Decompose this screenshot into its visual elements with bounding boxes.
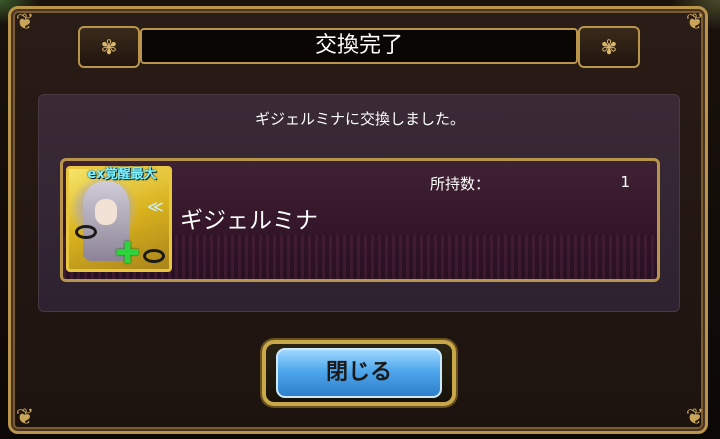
title-bar-frame: ✾ 交換完了 ✾ [78,26,640,68]
close-button[interactable]: 閉じる [276,348,442,398]
ring-icon [143,249,165,263]
item-name: ギジェルミナ [180,208,318,234]
corner-flourish-icon: ❦ [685,405,705,430]
owned-count-label: 所持数： [430,175,491,193]
double-chevron-icon: ≪ [147,197,164,216]
corner-flourish-icon: ❦ [15,10,35,35]
exchange-message: ギジェルミナに交換しました。 [254,110,465,128]
scroll-ornament-icon: ✾ [578,26,640,68]
dialog-title: 交換完了 [140,28,578,64]
scroll-ornament-icon: ✾ [78,26,140,68]
corner-flourish-icon: ❦ [15,405,35,430]
portrait-face [95,199,117,225]
plus-icon: ✚ [115,236,141,271]
ex-awakening-badge: ex覚醒最大 [87,167,157,182]
ring-icon [75,225,97,239]
owned-count-value: 1 [620,173,630,191]
corner-flourish-icon: ❦ [685,10,705,35]
